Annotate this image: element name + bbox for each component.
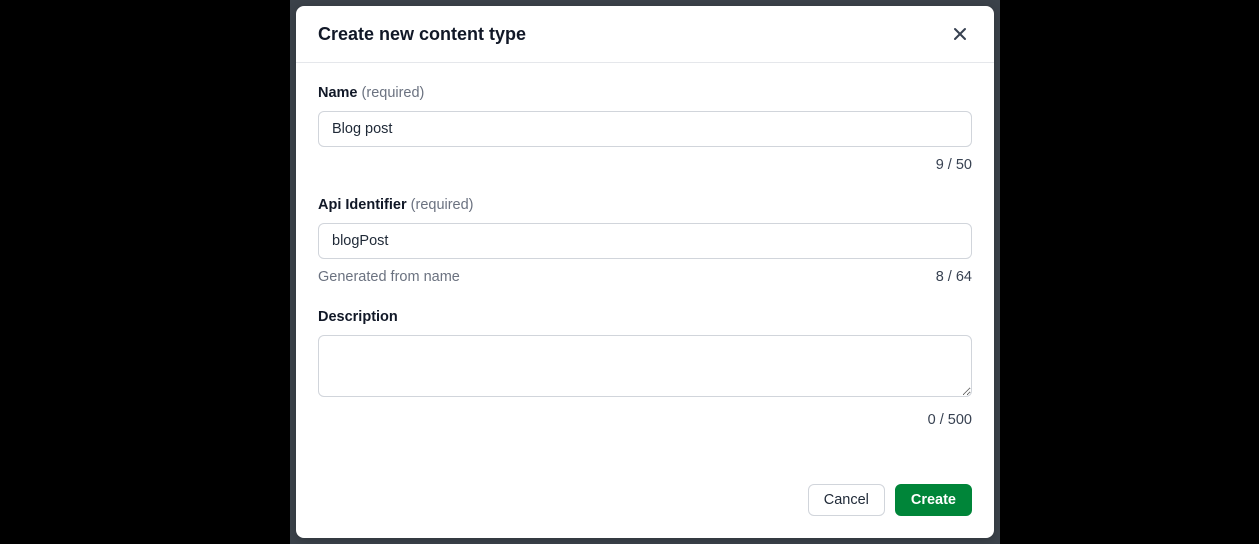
api-identifier-label-text: Api Identifier [318, 197, 407, 213]
modal-title: Create new content type [318, 24, 526, 45]
name-counter: 9 / 50 [936, 157, 972, 173]
api-identifier-input[interactable] [318, 223, 972, 259]
description-field-group: Description 0 / 500 [318, 309, 972, 428]
api-identifier-meta: Generated from name 8 / 64 [318, 269, 972, 285]
name-required-suffix: (required) [362, 85, 425, 101]
name-meta: 9 / 50 [318, 157, 972, 173]
api-identifier-hint: Generated from name [318, 269, 460, 285]
api-identifier-field-group: Api Identifier (required) Generated from… [318, 197, 972, 285]
name-field-group: Name (required) 9 / 50 [318, 85, 972, 173]
name-label: Name (required) [318, 85, 972, 101]
modal-body: Name (required) 9 / 50 Api Identifier (r… [296, 63, 994, 476]
create-button[interactable]: Create [895, 484, 972, 516]
create-content-type-modal: Create new content type Name (required) … [296, 6, 994, 538]
description-label: Description [318, 309, 972, 325]
description-meta: 0 / 500 [318, 412, 972, 428]
description-label-text: Description [318, 309, 398, 325]
modal-header: Create new content type [296, 6, 994, 63]
description-input[interactable] [318, 335, 972, 397]
api-identifier-required-suffix: (required) [411, 197, 474, 213]
name-input[interactable] [318, 111, 972, 147]
api-identifier-counter: 8 / 64 [936, 269, 972, 285]
modal-overlay: Create new content type Name (required) … [0, 0, 1259, 544]
cancel-button[interactable]: Cancel [808, 484, 885, 516]
api-identifier-label: Api Identifier (required) [318, 197, 972, 213]
name-label-text: Name [318, 85, 358, 101]
description-counter: 0 / 500 [928, 412, 972, 428]
modal-footer: Cancel Create [296, 476, 994, 538]
close-button[interactable] [948, 22, 972, 46]
close-icon [952, 26, 968, 42]
